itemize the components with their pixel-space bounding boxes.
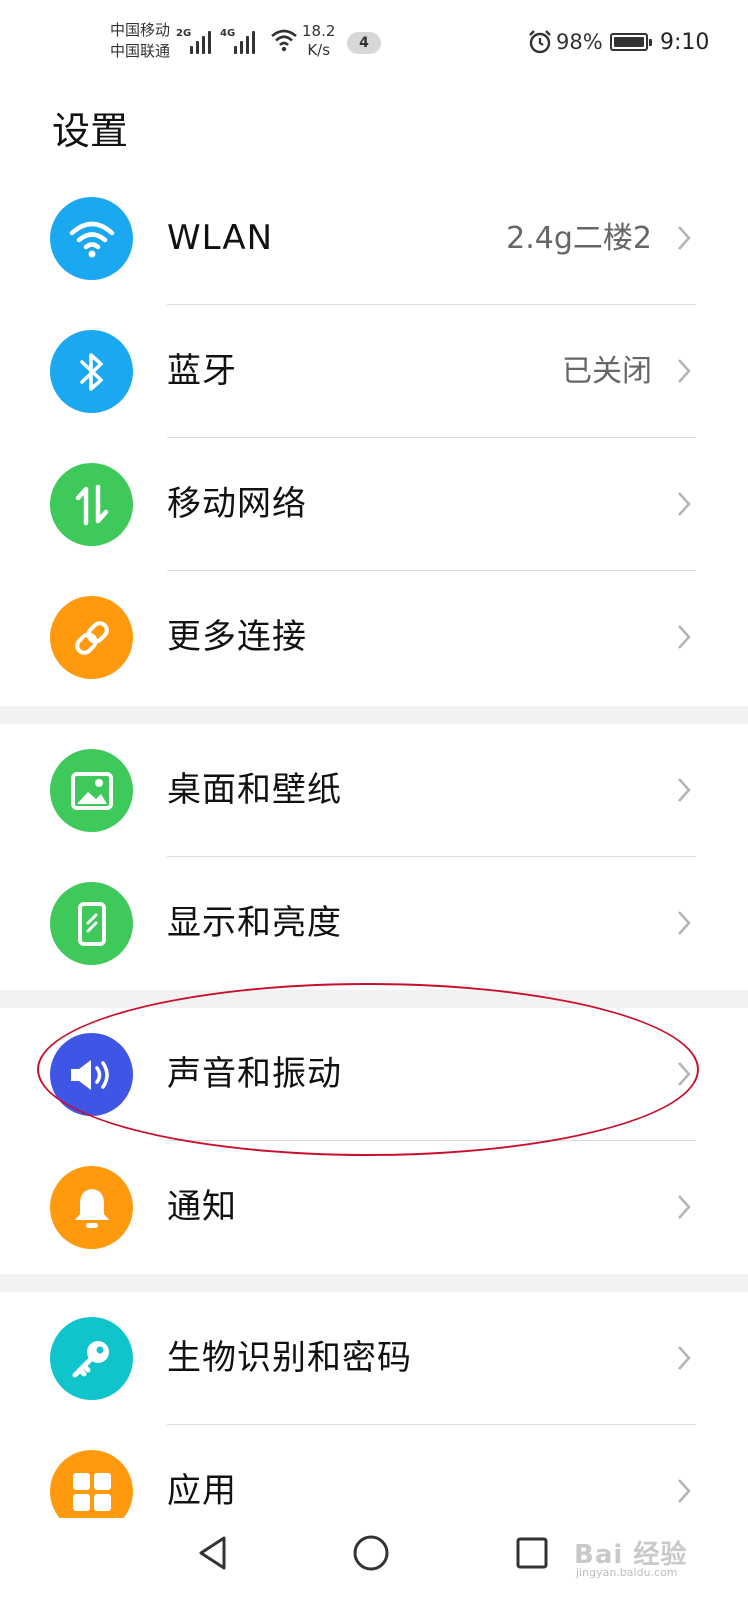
image-icon: [50, 749, 133, 832]
chevron-right-icon: [678, 1062, 691, 1086]
chevron-right-icon: [678, 911, 691, 935]
section-gap: [0, 990, 748, 1008]
battery-percent: 98%: [556, 30, 603, 54]
back-button[interactable]: [196, 1534, 230, 1572]
notification-count-badge: 4: [347, 32, 381, 54]
chevron-right-icon: [678, 625, 691, 649]
chevron-right-icon: [678, 1195, 691, 1219]
item-label: 通知: [167, 1187, 237, 1227]
phone-display-icon: [50, 882, 133, 965]
link-icon: [50, 596, 133, 679]
item-label: WLAN: [167, 218, 274, 258]
settings-item-apps[interactable]: 应用: [0, 1425, 748, 1518]
settings-item-mobile-network[interactable]: 移动网络: [0, 438, 748, 571]
battery-icon: [610, 33, 652, 51]
sound-notify-group: 声音和振动 通知: [0, 1008, 748, 1274]
item-label: 更多连接: [167, 617, 307, 657]
section-gap: [0, 1274, 748, 1292]
alarm-icon: [529, 30, 551, 54]
settings-item-notifications[interactable]: 通知: [0, 1141, 748, 1274]
wifi-icon: [50, 197, 133, 280]
settings-item-home-wallpaper[interactable]: 桌面和壁纸: [0, 724, 748, 857]
apps-grid-icon: [50, 1450, 133, 1518]
settings-item-more-connections[interactable]: 更多连接: [0, 571, 748, 704]
clock: 9:10: [660, 30, 710, 55]
display-group: 桌面和壁纸 显示和亮度: [0, 724, 748, 990]
connectivity-group: WLAN 2.4g二楼2 蓝牙 已关闭 移动网络 更多连接: [0, 172, 748, 704]
settings-item-wlan[interactable]: WLAN 2.4g二楼2: [0, 172, 748, 305]
status-bar: 中国移动 中国联通 2G 4G 18.2 K/s 4 98% 9:10: [110, 20, 710, 62]
item-label: 显示和亮度: [167, 903, 342, 943]
chevron-right-icon: [678, 226, 691, 250]
item-label: 声音和振动: [167, 1054, 342, 1094]
baidu-watermark: Bai 经验 jingyan.baidu.com: [574, 1540, 688, 1579]
settings-item-biometrics-password[interactable]: 生物识别和密码: [0, 1292, 748, 1425]
network-speed: 18.2 K/s: [302, 22, 336, 59]
item-label: 桌面和壁纸: [167, 770, 342, 810]
item-label: 生物识别和密码: [167, 1338, 412, 1378]
chevron-right-icon: [678, 778, 691, 802]
mobile-data-icon: [50, 463, 133, 546]
settings-item-bluetooth[interactable]: 蓝牙 已关闭: [0, 305, 748, 438]
chevron-right-icon: [678, 1346, 691, 1370]
chevron-right-icon: [678, 492, 691, 516]
home-button[interactable]: [352, 1534, 390, 1572]
key-icon: [50, 1317, 133, 1400]
carrier-2: 中国联通: [110, 42, 171, 60]
bluetooth-icon: [50, 330, 133, 413]
item-value: 已关闭: [562, 354, 652, 389]
recents-button[interactable]: [515, 1534, 549, 1572]
chevron-right-icon: [678, 359, 691, 383]
security-apps-group: 生物识别和密码 应用: [0, 1292, 748, 1518]
settings-item-sound-vibration[interactable]: 声音和振动: [0, 1008, 748, 1141]
bell-icon: [50, 1166, 133, 1249]
wifi-status-icon: [271, 29, 297, 52]
item-value: 2.4g二楼2: [506, 221, 652, 256]
section-gap: [0, 706, 748, 724]
item-label: 应用: [167, 1471, 237, 1511]
page-title: 设置: [52, 109, 129, 153]
carrier-1: 中国移动: [110, 21, 171, 39]
settings-item-display-brightness[interactable]: 显示和亮度: [0, 857, 748, 990]
carrier-names: 中国移动 中国联通: [110, 20, 170, 62]
speaker-icon: [50, 1033, 133, 1116]
item-label: 蓝牙: [167, 351, 237, 391]
item-label: 移动网络: [167, 484, 307, 524]
chevron-right-icon: [678, 1479, 691, 1503]
